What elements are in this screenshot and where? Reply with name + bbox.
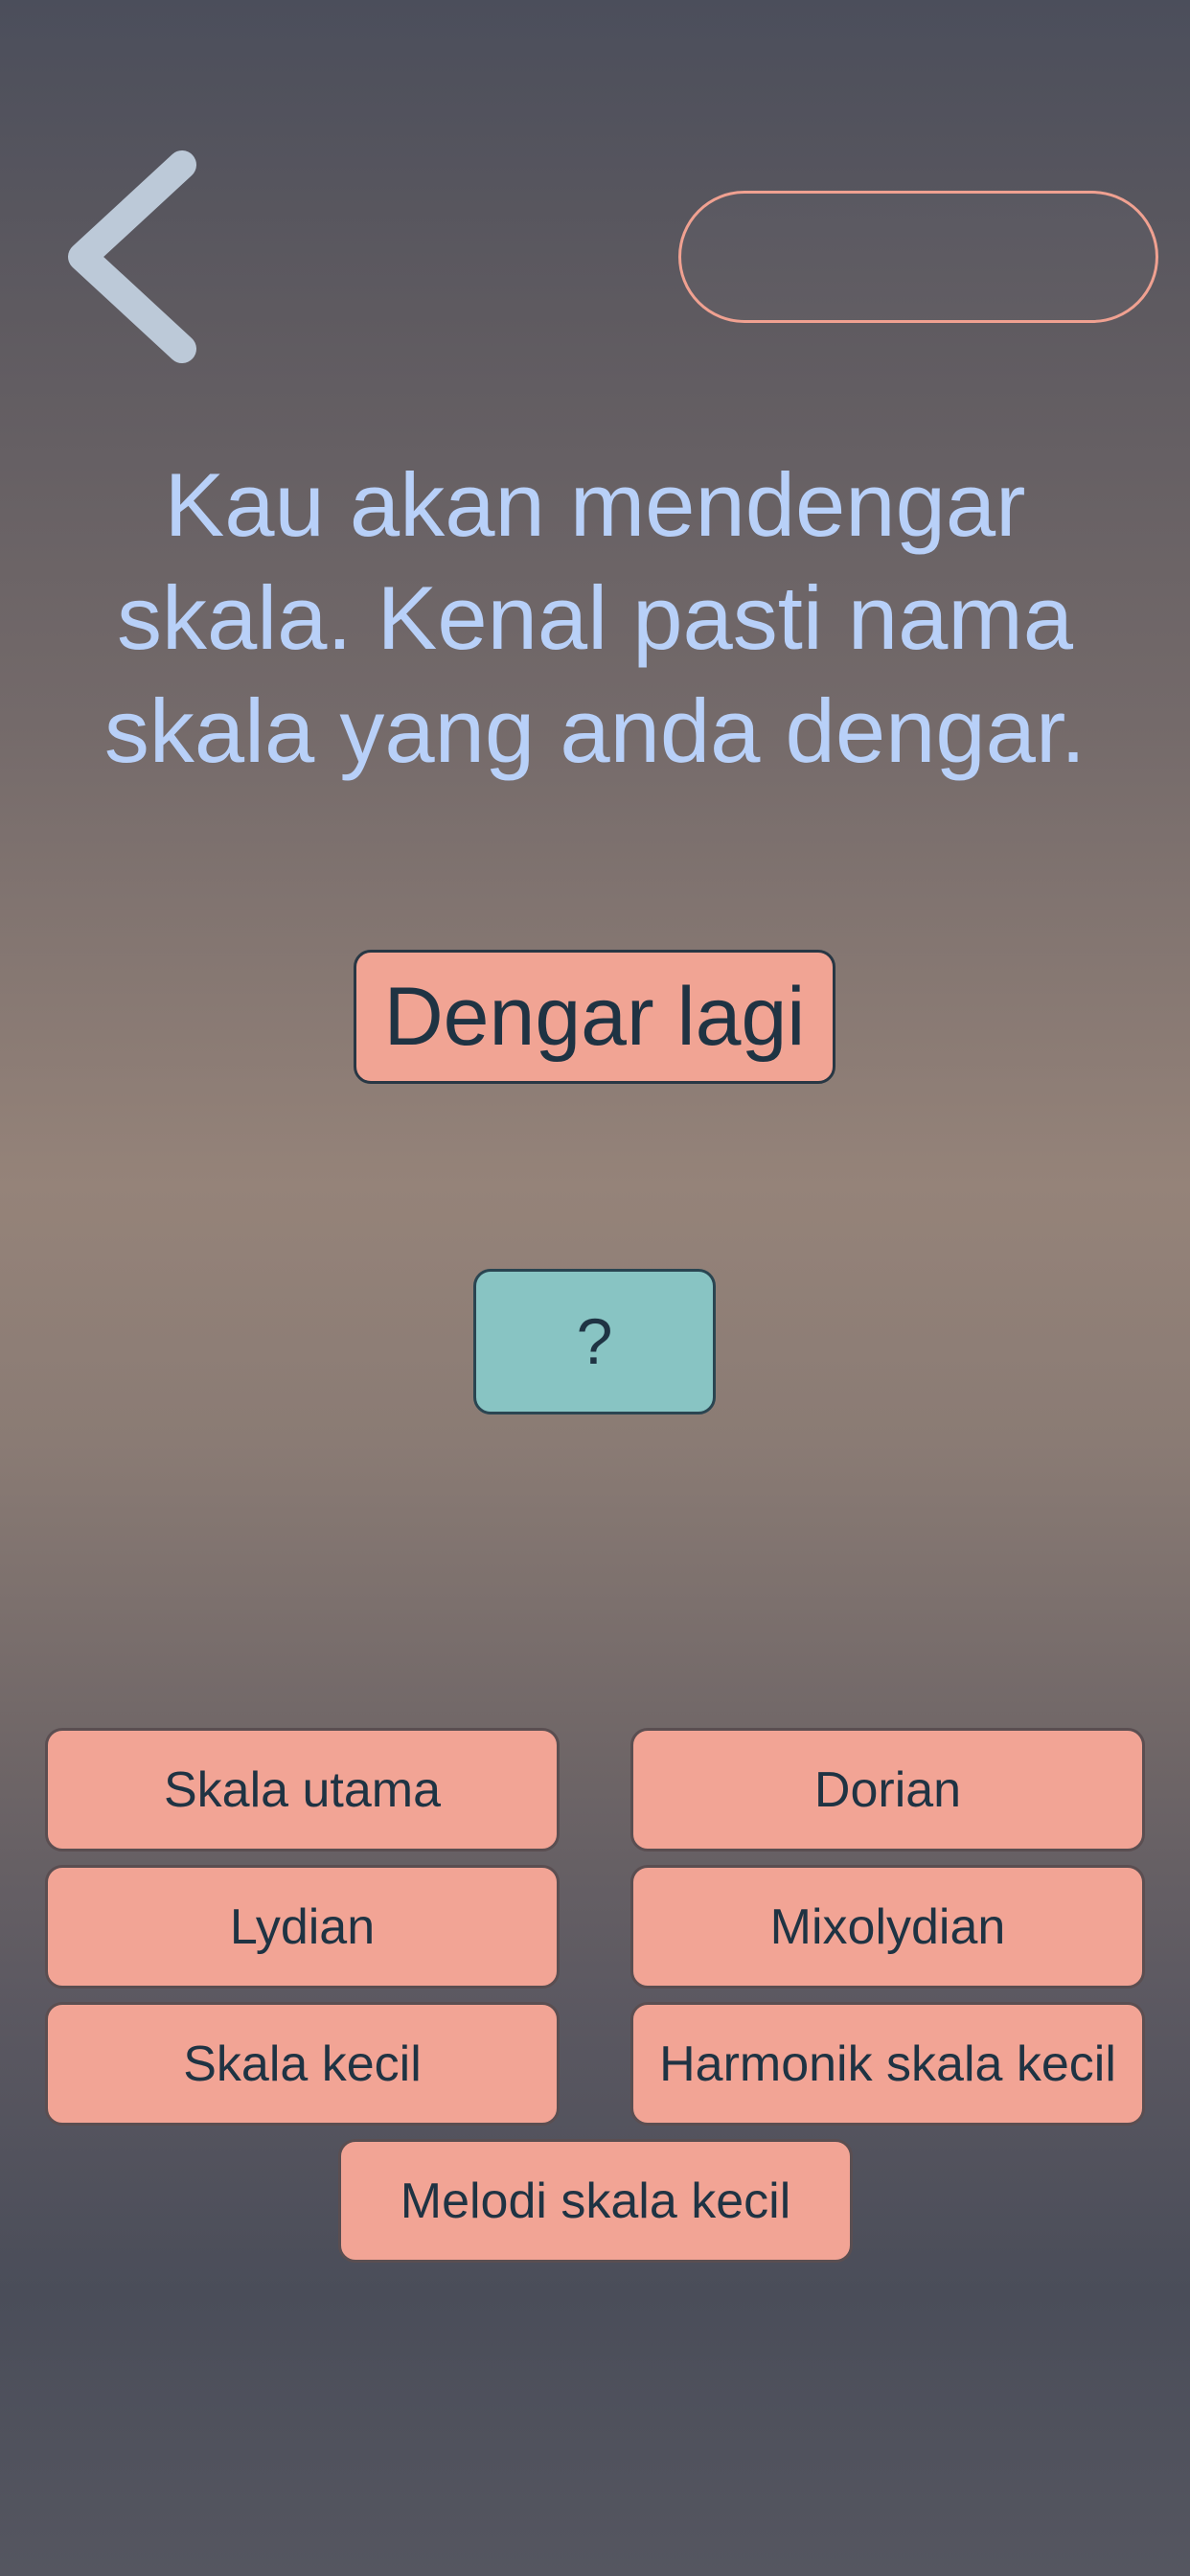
option-harmonik-skala-kecil[interactable]: Harmonik skala kecil (630, 2002, 1145, 2126)
instruction-line-2: skala. Kenal pasti nama (116, 567, 1073, 668)
option-lydian[interactable]: Lydian (45, 1865, 560, 1989)
option-skala-kecil[interactable]: Skala kecil (45, 2002, 560, 2126)
option-mixolydian[interactable]: Mixolydian (630, 1865, 1145, 1989)
option-dorian[interactable]: Dorian (630, 1728, 1145, 1852)
chevron-left-icon (68, 150, 196, 363)
instruction-text: Kau akan mendengar skala. Kenal pasti na… (77, 448, 1113, 788)
option-skala-utama[interactable]: Skala utama (45, 1728, 560, 1852)
instruction-line-1: Kau akan mendengar (164, 454, 1026, 555)
back-button[interactable] (59, 144, 213, 374)
instruction-line-3: skala yang anda dengar. (103, 680, 1087, 781)
listen-again-button[interactable]: Dengar lagi (354, 950, 835, 1084)
answer-slot: ? (473, 1269, 716, 1414)
progress-pill (678, 191, 1158, 323)
option-melodi-skala-kecil[interactable]: Melodi skala kecil (338, 2139, 853, 2263)
